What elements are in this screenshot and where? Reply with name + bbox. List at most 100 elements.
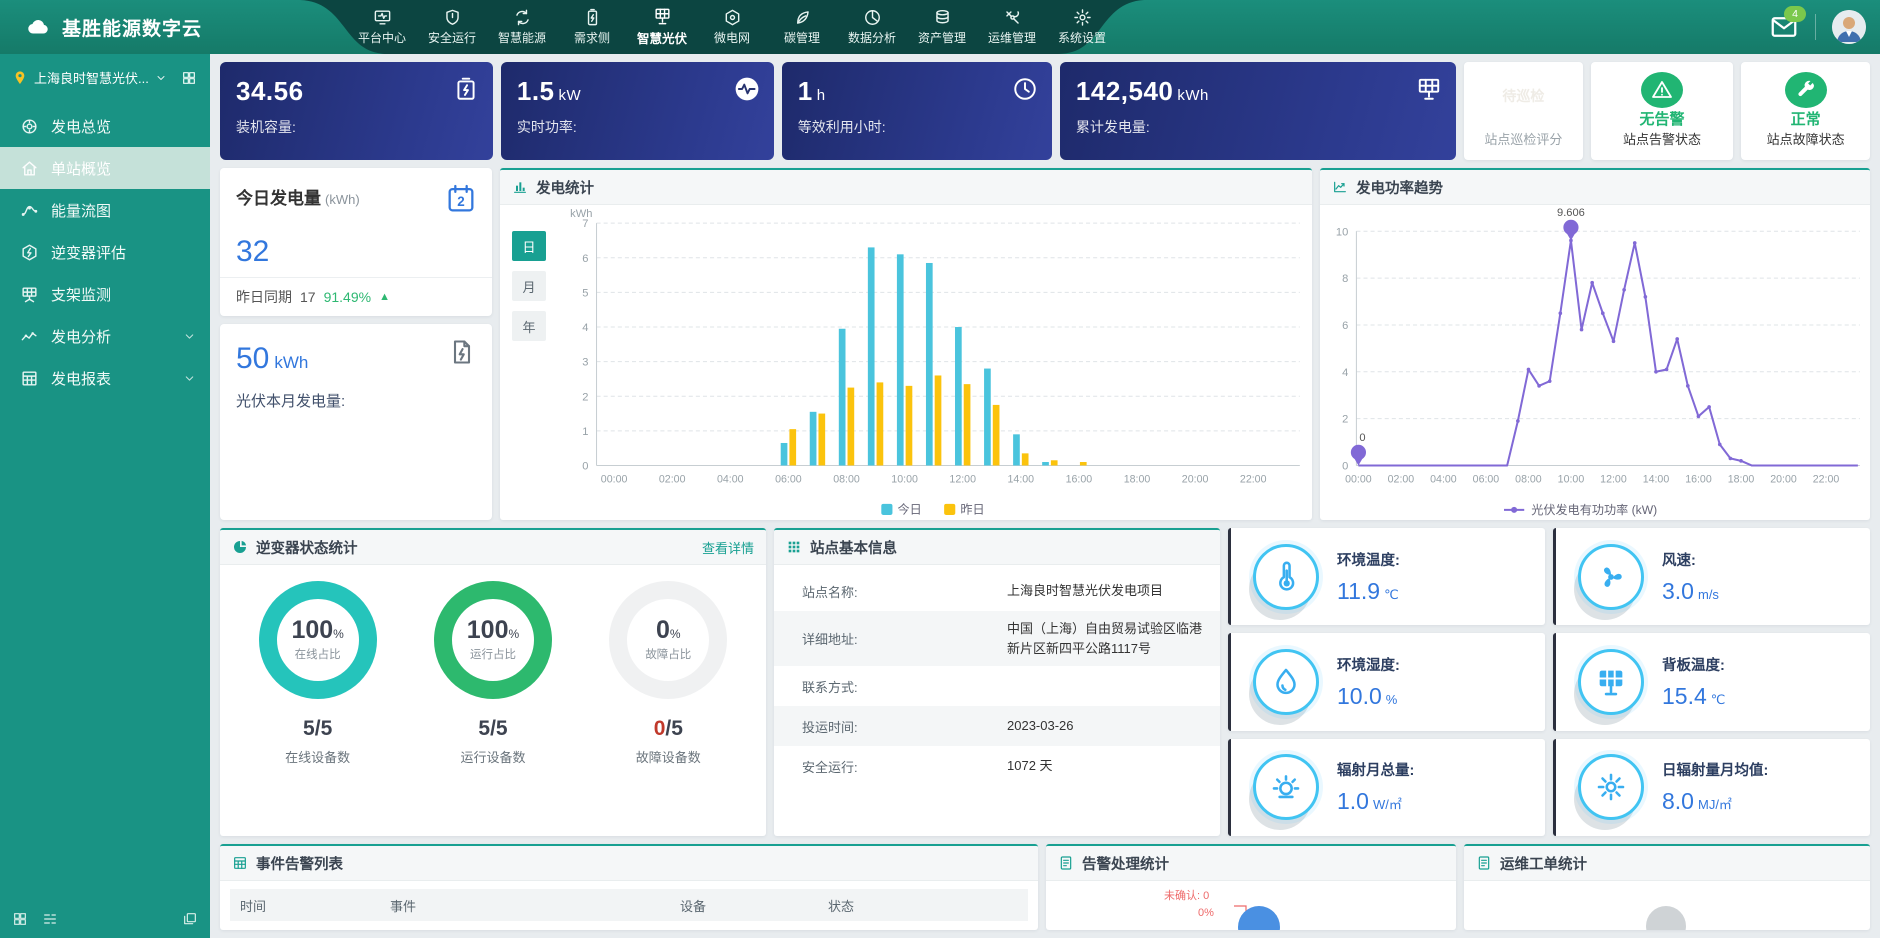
meter-icon <box>583 8 602 27</box>
sidebar-item-power-report[interactable]: 发电报表 <box>0 357 210 399</box>
panel-title: 发电统计 <box>536 177 594 198</box>
env-value: 1.0W/㎡ <box>1337 788 1414 815</box>
menu-item-safe-operation[interactable]: 安全运行 <box>420 0 484 54</box>
donut-label: 故障占比 <box>645 646 691 662</box>
svg-text:06:00: 06:00 <box>775 474 802 486</box>
panel-title: 逆变器状态统计 <box>256 537 358 558</box>
grid-small-icon[interactable] <box>12 911 28 927</box>
donut-label: 在线占比 <box>295 646 341 662</box>
list-icon[interactable] <box>42 911 58 927</box>
sun-icon <box>1253 754 1319 820</box>
menu-item-label: 微电网 <box>714 29 750 46</box>
svg-text:02:00: 02:00 <box>1388 474 1415 486</box>
mail-button[interactable]: 4 <box>1769 12 1799 42</box>
windows-icon[interactable] <box>182 911 198 927</box>
svg-text:22:00: 22:00 <box>1240 474 1267 486</box>
event-column-header: 设备 <box>680 896 828 915</box>
rack-icon <box>20 285 39 304</box>
kpi-label: 累计发电量: <box>1076 117 1440 137</box>
status-value: 无告警 <box>1640 108 1685 129</box>
station-name: 上海良时智慧光伏... <box>34 68 149 87</box>
menu-item-micro-grid[interactable]: 微电网 <box>700 0 764 54</box>
donut-chart: 0%故障占比 <box>609 581 727 699</box>
home-icon <box>20 159 39 178</box>
kpi-value: 34.56 <box>236 76 477 107</box>
status-card-alarm-status: 无告警站点告警状态 <box>1591 62 1733 160</box>
app-title: 基胜能源数字云 <box>62 14 202 41</box>
station-grid-button[interactable] <box>181 70 197 86</box>
panel-title: 告警处理统计 <box>1082 853 1169 874</box>
thermometer-icon <box>1253 544 1319 610</box>
svg-text:5: 5 <box>582 287 588 299</box>
period-tabs: 日月年 <box>500 205 556 520</box>
workorder-stats-panel: 运维工单统计 <box>1464 844 1870 930</box>
view-details-link[interactable]: 查看详情 <box>702 538 754 557</box>
avatar[interactable] <box>1832 10 1866 44</box>
sidebar-item-power-overview[interactable]: 发电总览 <box>0 105 210 147</box>
trend-icon <box>1332 179 1348 195</box>
svg-text:10: 10 <box>1336 226 1348 238</box>
sidebar-footer <box>0 900 210 938</box>
menu-item-label: 需求侧 <box>574 29 610 46</box>
status-value: 待巡检 <box>1502 86 1544 106</box>
event-alarm-list-panel: 事件告警列表 时间事件设备状态 <box>220 844 1038 930</box>
menu-item-smart-energy[interactable]: 智慧能源 <box>490 0 554 54</box>
env-value: 11.9℃ <box>1337 578 1400 605</box>
env-card-radiation-daily-avg: 日辐射量月均值:8.0MJ/㎡ <box>1553 739 1870 836</box>
analysis-icon <box>20 327 39 346</box>
alarm-annotation: 未确认: 0 0% <box>1164 888 1214 921</box>
menu-item-system-settings[interactable]: 系统设置 <box>1050 0 1114 54</box>
status-value: 正常 <box>1791 108 1821 129</box>
svg-text:18:00: 18:00 <box>1728 474 1755 486</box>
station-selector[interactable]: 上海良时智慧光伏... <box>12 68 200 87</box>
menu-item-label: 智慧光伏 <box>637 28 687 47</box>
status-card-inspection-score: 待巡检站点巡检评分 <box>1464 62 1583 160</box>
info-value: 1072 天 <box>1007 748 1206 784</box>
flow-icon <box>20 201 39 220</box>
tab-年[interactable]: 年 <box>512 311 546 341</box>
menu-item-platform-center[interactable]: 平台中心 <box>350 0 414 54</box>
sidebar-item-label: 发电报表 <box>51 368 111 389</box>
sidebar-item-station-overview[interactable]: 单站概览 <box>0 147 210 189</box>
tab-月[interactable]: 月 <box>512 271 546 301</box>
fan-icon <box>1578 544 1644 610</box>
tab-日[interactable]: 日 <box>512 231 546 261</box>
panel-icon <box>1594 665 1628 699</box>
droplet-icon <box>1253 649 1319 715</box>
menu-item-carbon-mgmt[interactable]: 碳管理 <box>770 0 834 54</box>
sidebar-item-inverter-eval[interactable]: 逆变器评估 <box>0 231 210 273</box>
menu-item-asset-mgmt[interactable]: 资产管理 <box>910 0 974 54</box>
menu-item-om-mgmt[interactable]: 运维管理 <box>980 0 1044 54</box>
svg-text:16:00: 16:00 <box>1685 474 1712 486</box>
fan-icon <box>1594 560 1628 594</box>
env-label: 日辐射量月均值: <box>1662 759 1768 780</box>
svg-text:14:00: 14:00 <box>1008 474 1035 486</box>
env-card-wind-speed: 风速:3.0m/s <box>1553 528 1870 625</box>
info-key: 详细地址: <box>802 629 1007 648</box>
sidebar-item-energy-flow[interactable]: 能量流图 <box>0 189 210 231</box>
workorder-donut-chart <box>1646 906 1686 930</box>
svg-text:04:00: 04:00 <box>1430 474 1457 486</box>
menu-item-smart-pv[interactable]: 智慧光伏 <box>630 0 694 54</box>
env-card-radiation-month: 辐射月总量:1.0W/㎡ <box>1228 739 1545 836</box>
env-value: 15.4℃ <box>1662 683 1725 710</box>
svg-text:20:00: 20:00 <box>1770 474 1797 486</box>
doc-bolt-icon <box>448 338 476 366</box>
menu-item-label: 碳管理 <box>784 29 820 46</box>
coins-icon <box>933 8 952 27</box>
event-column-header: 状态 <box>828 896 1028 915</box>
microgrid-icon <box>723 8 742 27</box>
svg-text:1: 1 <box>582 426 588 438</box>
calendar-icon: 2 <box>444 182 478 216</box>
info-key: 投运时间: <box>802 717 1007 736</box>
donut-chart: 100%运行占比 <box>434 581 552 699</box>
menu-item-demand-side[interactable]: 需求侧 <box>560 0 624 54</box>
status-icon-wrap <box>1785 72 1827 108</box>
menu-item-data-analysis[interactable]: 数据分析 <box>840 0 904 54</box>
sidebar-item-power-analysis[interactable]: 发电分析 <box>0 315 210 357</box>
menu-item-label: 系统设置 <box>1058 29 1106 46</box>
sidebar-item-rack-monitor[interactable]: 支架监测 <box>0 273 210 315</box>
doc-icon <box>1058 855 1074 871</box>
mail-badge: 4 <box>1784 6 1806 22</box>
svg-text:6: 6 <box>582 253 588 265</box>
